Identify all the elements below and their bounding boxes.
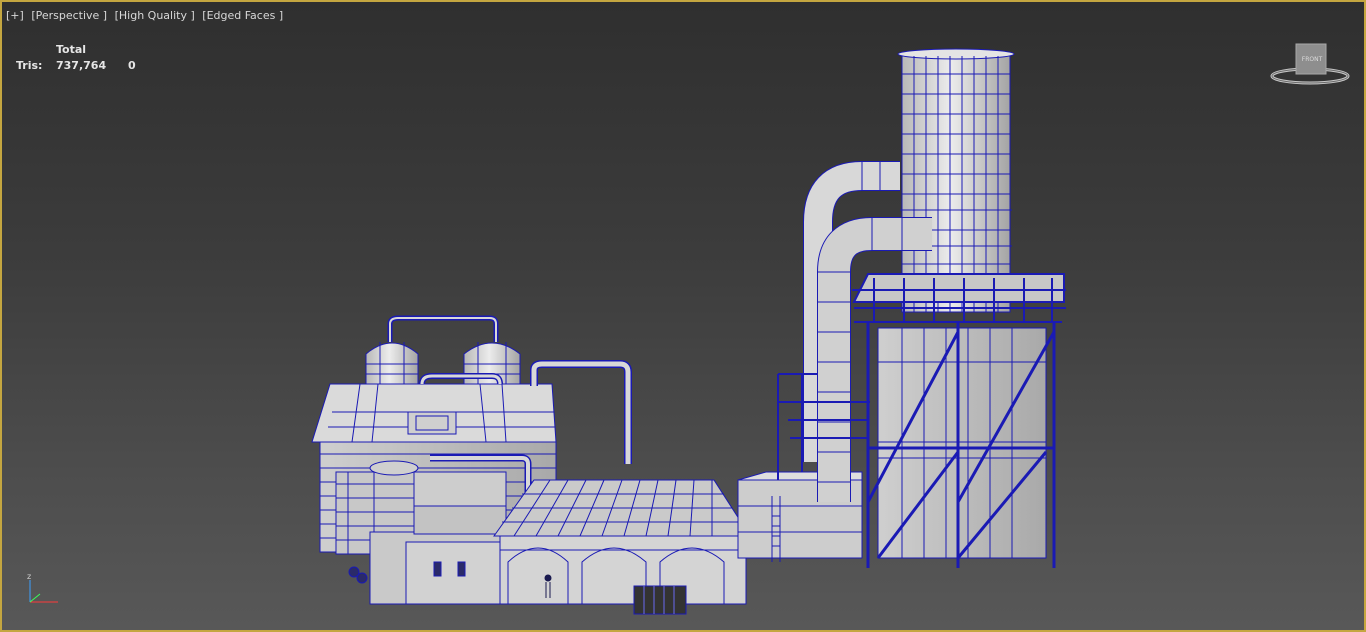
viewcube[interactable]: FRONT	[1268, 40, 1352, 90]
warehouse	[494, 480, 750, 614]
industrial-plant-model[interactable]	[2, 2, 1364, 630]
axis-z-label: z	[27, 572, 32, 581]
viewcube-front-face[interactable]: FRONT	[1298, 56, 1326, 63]
axis-tripod-icon: z	[22, 572, 66, 612]
perspective-viewport[interactable]: [+] [Perspective ] [High Quality ] [Edge…	[0, 0, 1366, 632]
exhaust-stack	[898, 49, 1014, 312]
